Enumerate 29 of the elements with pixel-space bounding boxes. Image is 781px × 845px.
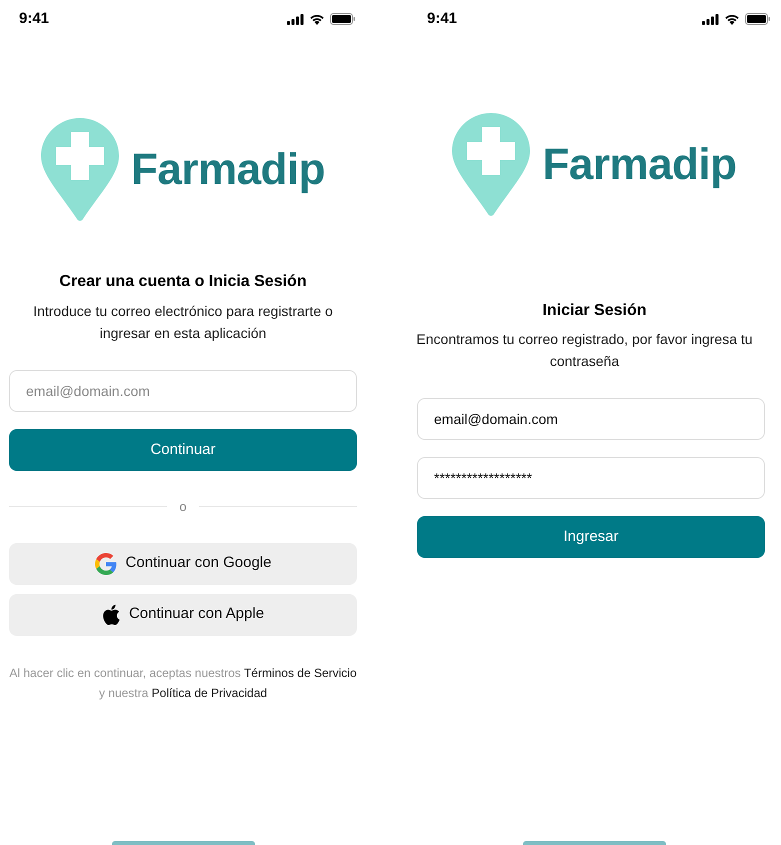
email-field[interactable]: email@domain.com [9,370,357,412]
signal-icon [702,14,719,24]
battery-icon [330,13,356,25]
brand-name: Farmadip [130,144,326,196]
divider-label: o [179,498,187,516]
screen-title: Crear una cuenta o Inicia Sesión [58,272,308,292]
apple-icon [102,604,120,626]
continue-button[interactable]: Continuar [9,429,357,471]
screen-subtitle: Encontramos tu correo registrado, por favor ingresa tu contraseña [415,330,754,371]
social-login-button[interactable]: Continuar con Google [9,542,357,584]
battery-icon [745,13,771,25]
social-login-button[interactable]: Continuar con Apple [9,594,357,636]
wifi-icon [724,13,740,25]
screen-title: Iniciar Sesión [541,301,648,321]
brand-name: Farmadip [542,139,737,191]
status-time: 9:41 [427,8,458,29]
password-field[interactable]: ****************** [417,457,765,499]
google-icon [94,552,117,574]
terms-link[interactable]: Política de Privacidad [152,686,268,700]
signal-icon [287,14,304,24]
map-pin-plus-icon [452,113,530,217]
terms-text: Al hacer clic en continuar, aceptas nuestros Términos de Servicio y nuestra Política de Privacidad [9,664,357,702]
wifi-icon [309,13,325,25]
status-time: 9:41 [19,8,50,29]
screen-subtitle: Introduce tu correo electrónico para registrarte o ingresar en esta aplicación [32,302,334,343]
terms-link[interactable]: Términos de Servicio [244,666,357,680]
login-button[interactable]: Ingresar [417,516,765,558]
map-pin-plus-icon [40,118,119,222]
email-field[interactable]: email@domain.com [417,398,765,440]
